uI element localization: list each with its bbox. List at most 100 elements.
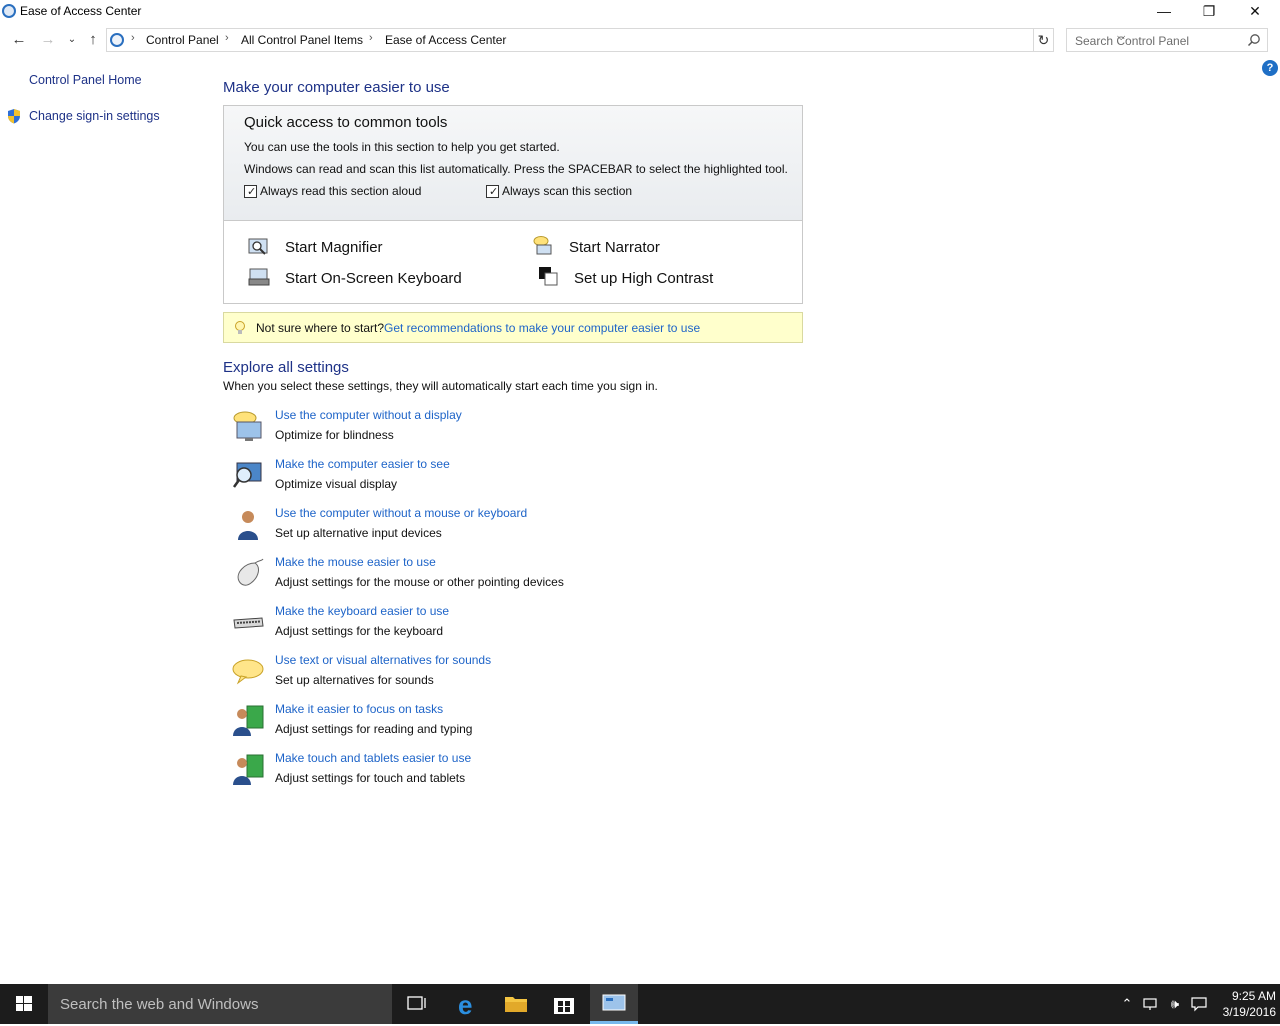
easier-to-see-description: Optimize visual display <box>275 477 398 491</box>
control-panel-icon <box>602 994 626 1011</box>
shield-icon <box>8 109 20 124</box>
breadcrumb-control-panel[interactable]: Control Panel <box>146 33 219 47</box>
settings-item: Make it easier to focus on tasks Adjust … <box>223 702 783 746</box>
title-bar: Ease of Access Center — ❐ ✕ <box>0 0 1280 24</box>
keyboard-icon <box>233 617 264 629</box>
start-magnifier-link[interactable]: Start Magnifier <box>285 239 383 256</box>
no-display-link[interactable]: Use the computer without a display <box>275 408 462 422</box>
file-explorer-icon[interactable] <box>492 984 540 1024</box>
mouse-easier-link[interactable]: Make the mouse easier to use <box>275 555 436 569</box>
focus-on-tasks-link[interactable]: Make it easier to focus on tasks <box>275 702 443 716</box>
checkmark-icon: ✓ <box>247 186 257 198</box>
no-mouse-keyboard-link[interactable]: Use the computer without a mouse or keyb… <box>275 506 527 520</box>
settings-item: Use the computer without a display Optim… <box>223 408 783 452</box>
taskbar-search-placeholder: Search the web and Windows <box>60 996 259 1013</box>
explore-all-settings-heading: Explore all settings <box>223 359 349 376</box>
quick-access-title: Quick access to common tools <box>244 114 448 131</box>
read-aloud-label[interactable]: Always read this section aloud <box>260 184 421 198</box>
settings-item: Use text or visual alternatives for soun… <box>223 653 783 697</box>
on-screen-keyboard-icon <box>248 268 270 286</box>
keyboard-easier-link[interactable]: Make the keyboard easier to use <box>275 604 449 618</box>
taskbar-search-input[interactable]: Search the web and Windows <box>48 984 392 1024</box>
person-screen-icon <box>233 705 264 736</box>
scan-section-checkbox[interactable]: ✓ <box>486 185 499 198</box>
touch-tablets-link[interactable]: Make touch and tablets easier to use <box>275 751 471 765</box>
start-on-screen-keyboard-link[interactable]: Start On-Screen Keyboard <box>285 270 462 287</box>
search-icon[interactable] <box>1247 33 1261 47</box>
settings-item: Use the computer without a mouse or keyb… <box>223 506 783 550</box>
quick-access-header: Quick access to common tools You can use… <box>224 106 802 221</box>
monitor-speech-icon <box>233 411 262 441</box>
navigation-bar: ← → ⌄ ↑ › Control Panel › All Control Pa… <box>0 26 1280 54</box>
help-icon[interactable]: ? <box>1262 60 1278 76</box>
network-icon[interactable] <box>1142 995 1160 1013</box>
windows-start-icon[interactable] <box>0 984 48 1024</box>
explore-description: When you select these settings, they wil… <box>223 379 658 393</box>
checkmark-icon: ✓ <box>489 186 499 198</box>
start-narrator-link[interactable]: Start Narrator <box>569 239 660 256</box>
window-title: Ease of Access Center <box>20 4 142 18</box>
settings-item: Make touch and tablets easier to use Adj… <box>223 751 783 795</box>
breadcrumb-ease-of-access[interactable]: Ease of Access Center <box>385 33 506 47</box>
forward-arrow-icon[interactable]: → <box>38 30 58 50</box>
store-icon[interactable] <box>540 984 588 1024</box>
search-input[interactable]: Search Control Panel <box>1066 28 1268 52</box>
get-recommendations-link[interactable]: Get recommendations to make your compute… <box>384 321 700 335</box>
mouse-easier-description: Adjust settings for the mouse or other p… <box>275 575 564 589</box>
taskbar: Search the web and Windows e ⌃ 🕪 9:25 AM… <box>0 984 1280 1024</box>
minimize-button[interactable]: — <box>1141 0 1187 22</box>
recommendation-bar: Not sure where to start? Get recommendat… <box>223 312 803 343</box>
clock-date: 3/19/2016 <box>1222 1005 1276 1019</box>
address-bar[interactable]: › Control Panel › All Control Panel Item… <box>106 28 1125 52</box>
quick-access-description: You can use the tools in this section to… <box>244 140 560 154</box>
person-icon <box>238 511 258 540</box>
ease-of-access-icon <box>2 4 16 18</box>
change-sign-in-settings-link[interactable]: Change sign-in settings <box>29 109 160 123</box>
show-hidden-icons-chevron-icon[interactable]: ⌃ <box>1118 995 1136 1013</box>
settings-item: Make the mouse easier to use Adjust sett… <box>223 555 783 599</box>
action-center-icon[interactable] <box>1190 995 1208 1013</box>
clock-time: 9:25 AM <box>1231 989 1276 1003</box>
set-up-high-contrast-link[interactable]: Set up High Contrast <box>574 270 713 287</box>
control-panel-home-link[interactable]: Control Panel Home <box>29 73 142 87</box>
scan-section-label[interactable]: Always scan this section <box>502 184 632 198</box>
speech-bubble-icon <box>232 659 264 685</box>
easier-to-see-link[interactable]: Make the computer easier to see <box>275 457 450 471</box>
no-display-description: Optimize for blindness <box>275 428 394 442</box>
settings-item: Make the computer easier to see Optimize… <box>223 457 783 501</box>
settings-item: Make the keyboard easier to use Adjust s… <box>223 604 783 648</box>
volume-icon[interactable]: 🕪 <box>1166 995 1184 1013</box>
focus-on-tasks-description: Adjust settings for reading and typing <box>275 722 473 736</box>
recent-locations-chevron-icon[interactable]: ⌄ <box>62 30 82 50</box>
breadcrumb-all-items[interactable]: All Control Panel Items <box>241 33 363 47</box>
restore-button[interactable]: ❐ <box>1186 0 1232 22</box>
high-contrast-icon <box>539 267 558 286</box>
touch-tablets-description: Adjust settings for touch and tablets <box>275 771 466 785</box>
up-arrow-icon[interactable]: ↑ <box>83 30 103 50</box>
edge-browser-icon[interactable]: e <box>444 984 492 1024</box>
quick-access-panel: Quick access to common tools You can use… <box>223 105 803 304</box>
narrator-icon <box>533 236 552 255</box>
task-view-icon[interactable] <box>392 984 440 1024</box>
back-arrow-icon[interactable]: ← <box>9 30 29 50</box>
lightbulb-icon <box>235 321 245 334</box>
breadcrumb-separator: › <box>369 32 373 44</box>
mouse-icon <box>237 558 264 586</box>
refresh-icon[interactable]: ↻ <box>1034 28 1054 52</box>
page-title: Make your computer easier to use <box>223 79 450 96</box>
control-panel-icon <box>110 33 124 47</box>
keyboard-easier-description: Adjust settings for the keyboard <box>275 624 444 638</box>
search-placeholder: Search Control Panel <box>1075 34 1190 48</box>
svg-text:e: e <box>458 990 472 1020</box>
monitor-magnifier-icon <box>232 462 262 488</box>
close-button[interactable]: ✕ <box>1232 0 1278 22</box>
person-tablet-icon <box>233 754 264 785</box>
breadcrumb-separator: › <box>131 32 135 44</box>
sound-alternatives-link[interactable]: Use text or visual alternatives for soun… <box>275 653 491 667</box>
quick-access-instructions: Windows can read and scan this list auto… <box>244 162 788 176</box>
read-aloud-checkbox[interactable]: ✓ <box>244 185 257 198</box>
no-mouse-keyboard-description: Set up alternative input devices <box>275 526 442 540</box>
control-panel-taskbar-button[interactable] <box>590 984 638 1024</box>
system-clock[interactable]: 9:25 AM 3/19/2016 <box>1210 988 1276 1020</box>
recommendation-prefix: Not sure where to start? <box>256 321 385 335</box>
